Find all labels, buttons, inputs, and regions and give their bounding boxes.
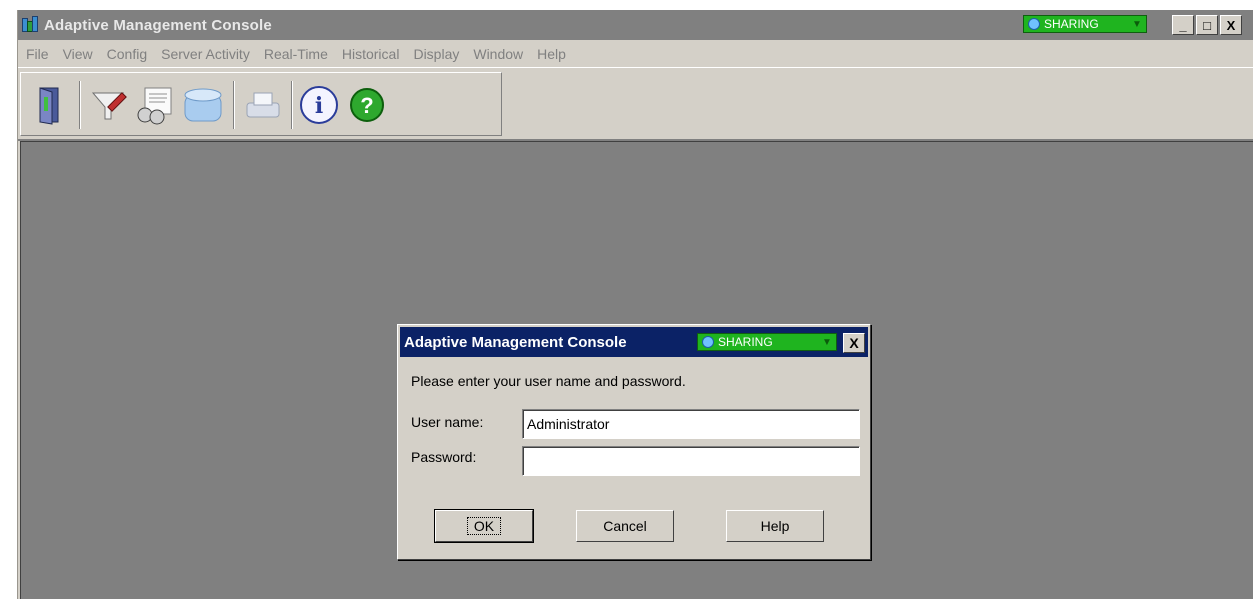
help-button[interactable]: Help <box>726 510 824 542</box>
menu-view[interactable]: View <box>56 46 100 62</box>
main-title-bar[interactable]: Adaptive Management Console SHARING ▼ _ … <box>18 10 1253 40</box>
sharing-label: SHARING <box>1044 17 1099 31</box>
toolbar-group: i ? <box>20 72 502 136</box>
dialog-close-button[interactable]: X <box>843 333 865 353</box>
menu-config[interactable]: Config <box>100 46 154 62</box>
password-label: Password: <box>411 449 477 465</box>
password-input[interactable] <box>522 446 860 476</box>
ok-button[interactable]: OK <box>434 509 534 543</box>
app-icon <box>22 16 38 33</box>
menu-server-activity[interactable]: Server Activity <box>154 46 257 62</box>
filter-edit-icon[interactable] <box>87 83 131 127</box>
database-icon[interactable] <box>181 83 225 127</box>
menu-historical[interactable]: Historical <box>335 46 407 62</box>
exit-door-icon[interactable] <box>27 83 71 127</box>
menu-file[interactable]: File <box>18 46 56 62</box>
dialog-title-bar[interactable]: Adaptive Management Console SHARING ▼ X <box>400 327 868 357</box>
menu-help[interactable]: Help <box>530 46 573 62</box>
close-button[interactable]: X <box>1220 15 1242 35</box>
cancel-button[interactable]: Cancel <box>576 510 674 542</box>
report-binoculars-icon[interactable] <box>133 83 177 127</box>
globe-icon <box>1028 18 1040 30</box>
dialog-sharing-dropdown[interactable]: SHARING ▼ <box>697 333 837 351</box>
login-dialog: Adaptive Management Console SHARING ▼ X … <box>397 324 871 560</box>
menu-bar: File View Config Server Activity Real-Ti… <box>18 40 1253 67</box>
menu-window[interactable]: Window <box>466 46 530 62</box>
toolbar: i ? <box>18 67 1253 141</box>
help-icon[interactable]: ? <box>345 83 389 127</box>
ok-button-label: OK <box>466 517 502 535</box>
username-label: User name: <box>411 414 484 430</box>
login-prompt: Please enter your user name and password… <box>411 373 686 389</box>
dropdown-arrow-icon[interactable]: ▼ <box>1128 16 1146 32</box>
dialog-title: Adaptive Management Console <box>404 333 627 351</box>
sharing-dropdown[interactable]: SHARING ▼ <box>1023 15 1147 33</box>
maximize-button[interactable]: □ <box>1196 15 1218 35</box>
info-icon[interactable]: i <box>297 83 341 127</box>
window-title: Adaptive Management Console <box>44 16 272 34</box>
menu-real-time[interactable]: Real-Time <box>257 46 335 62</box>
dialog-sharing-label: SHARING <box>718 335 773 349</box>
svg-text:i: i <box>315 93 323 119</box>
menu-display[interactable]: Display <box>406 46 466 62</box>
username-input[interactable] <box>522 409 860 439</box>
svg-text:?: ? <box>360 93 373 118</box>
printer-icon[interactable] <box>241 83 285 127</box>
minimize-button[interactable]: _ <box>1172 15 1194 35</box>
globe-icon <box>702 336 714 348</box>
dropdown-arrow-icon[interactable]: ▼ <box>818 334 836 350</box>
